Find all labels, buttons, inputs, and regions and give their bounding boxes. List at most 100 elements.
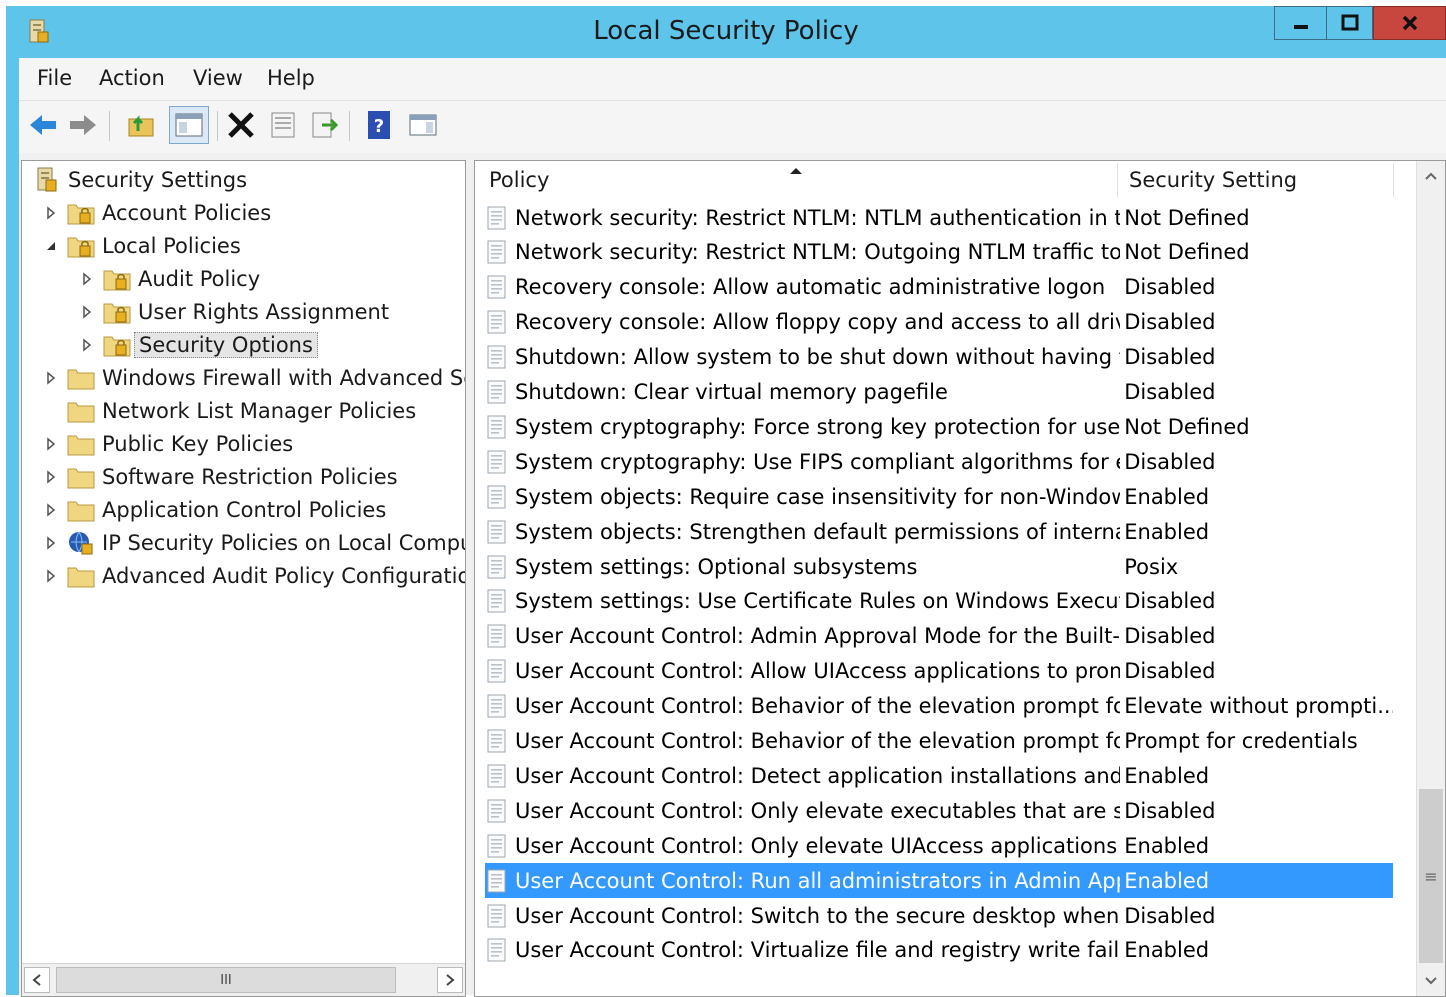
policy-row[interactable]: Shutdown: Allow system to be shut down w… [485, 340, 1393, 375]
tree-item[interactable]: Local Policies [44, 231, 241, 261]
collapsed-arrow-icon[interactable] [44, 569, 58, 583]
policy-row[interactable]: User Account Control: Only elevate execu… [485, 793, 1393, 828]
scroll-left-button[interactable] [24, 967, 50, 993]
policy-row[interactable]: System cryptography: Use FIPS compliant … [485, 444, 1393, 479]
title-bar[interactable]: Local Security Policy [6, 6, 1446, 58]
policy-row[interactable]: Recovery console: Allow floppy copy and … [485, 305, 1393, 340]
list-vertical-scrollbar[interactable]: ≡ [1416, 161, 1445, 996]
collapsed-arrow-icon[interactable] [80, 305, 94, 319]
back-button[interactable] [27, 109, 59, 141]
help-button[interactable]: ? [363, 109, 395, 141]
tree-item[interactable]: Software Restriction Policies [44, 462, 398, 492]
console-tree[interactable]: Security Settings Account Policies Local P… [21, 160, 466, 997]
policy-row[interactable]: System settings: Use Certificate Rules o… [485, 584, 1393, 619]
policy-icon [485, 868, 509, 894]
policy-row[interactable]: User Account Control: Admin Approval Mod… [485, 619, 1393, 654]
collapsed-arrow-icon[interactable] [44, 437, 58, 451]
close-icon [1402, 15, 1417, 31]
policy-name: User Account Control: Allow UIAccess app… [515, 659, 1121, 684]
collapsed-arrow-icon[interactable] [44, 503, 58, 517]
policy-row[interactable]: User Account Control: Only elevate UIAcc… [485, 828, 1393, 863]
column-header-security-setting[interactable]: Security Setting [1119, 161, 1391, 199]
scroll-right-button[interactable] [437, 967, 463, 993]
tree-item[interactable]: Public Key Policies [44, 429, 293, 459]
policy-icon [485, 484, 509, 510]
minimize-button[interactable] [1274, 6, 1326, 40]
collapsed-arrow-icon[interactable] [44, 371, 58, 385]
folder-icon [66, 364, 96, 392]
policy-row[interactable]: User Account Control: Detect application… [485, 758, 1393, 793]
security-setting-value: Disabled [1124, 275, 1216, 300]
policy-row[interactable]: System cryptography: Force strong key pr… [485, 409, 1393, 444]
scroll-thumb[interactable]: III [56, 967, 396, 993]
policy-row[interactable]: Network security: Restrict NTLM: Outgoin… [485, 235, 1393, 270]
maximize-button[interactable] [1326, 6, 1373, 40]
collapsed-arrow-icon[interactable] [44, 536, 58, 550]
security-setting-value: Enabled [1124, 938, 1210, 963]
policy-name: System cryptography: Use FIPS compliant … [515, 449, 1121, 474]
policy-icon [485, 588, 509, 614]
up-one-level-button[interactable] [125, 109, 157, 141]
forward-button[interactable] [67, 109, 99, 141]
policy-list[interactable]: Policy Security Setting Network security… [474, 160, 1446, 997]
expanded-arrow-icon[interactable] [44, 239, 58, 253]
collapsed-arrow-icon[interactable] [44, 470, 58, 484]
tree-item[interactable]: Security Settings [32, 165, 247, 195]
policy-row[interactable]: User Account Control: Behavior of the el… [485, 724, 1393, 759]
policy-row[interactable]: User Account Control: Switch to the secu… [485, 898, 1393, 933]
column-divider[interactable] [1117, 163, 1118, 197]
close-button[interactable] [1373, 6, 1446, 40]
folder-icon [66, 430, 96, 458]
menu-view[interactable]: View [193, 66, 243, 90]
scroll-thumb[interactable]: ≡ [1419, 789, 1443, 963]
menu-help[interactable]: Help [267, 66, 315, 90]
scroll-down-button[interactable] [1418, 968, 1444, 994]
policy-row[interactable]: Network security: Restrict NTLM: NTLM au… [485, 200, 1393, 235]
security-setting-value: Disabled [1124, 903, 1216, 928]
tree-item[interactable]: Advanced Audit Policy Configuration [44, 561, 465, 591]
policy-folder-icon [102, 265, 132, 293]
column-divider[interactable] [1393, 163, 1394, 197]
delete-button[interactable] [225, 109, 257, 141]
policy-icon [485, 309, 509, 335]
tree-item[interactable]: Application Control Policies [44, 495, 386, 525]
show-hide-action-pane-button[interactable] [407, 109, 439, 141]
tree-item[interactable]: Network List Manager Policies [44, 396, 416, 426]
menu-file[interactable]: File [37, 66, 72, 90]
policy-name: System settings: Use Certificate Rules o… [515, 589, 1121, 614]
policy-row[interactable]: System objects: Strengthen default permi… [485, 514, 1393, 549]
policy-row[interactable]: Shutdown: Clear virtual memory pagefile D… [485, 375, 1393, 410]
policy-row[interactable]: Recovery console: Allow automatic admini… [485, 270, 1393, 305]
tree-item-label: Windows Firewall with Advanced Sec [102, 366, 466, 390]
policy-row[interactable]: System objects: Require case insensitivi… [485, 479, 1393, 514]
scroll-up-button[interactable] [1418, 163, 1444, 189]
policy-row[interactable]: User Account Control: Virtualize file an… [485, 933, 1393, 968]
collapsed-arrow-icon[interactable] [80, 338, 94, 352]
policy-row[interactable]: User Account Control: Behavior of the el… [485, 689, 1393, 724]
tree-item-label: IP Security Policies on Local Compute [102, 531, 466, 555]
tree-horizontal-scrollbar[interactable]: III [22, 963, 465, 996]
client-area: File Action View Help ? Security Setting… [19, 58, 1446, 997]
security-setting-value: Elevate without prompti... [1124, 694, 1393, 719]
collapsed-arrow-icon[interactable] [80, 272, 94, 286]
policy-icon [485, 519, 509, 545]
export-list-button[interactable] [309, 109, 341, 141]
policy-row[interactable]: User Account Control: Run all administra… [485, 863, 1393, 899]
policy-row[interactable]: User Account Control: Allow UIAccess app… [485, 654, 1393, 689]
tree-item[interactable]: Audit Policy [80, 264, 260, 294]
policy-row[interactable]: System settings: Optional subsystems Posi… [485, 549, 1393, 584]
policy-name: System settings: Optional subsystems [515, 554, 918, 579]
tree-item[interactable]: User Rights Assignment [80, 297, 389, 327]
policy-folder-icon [102, 298, 132, 326]
menu-action[interactable]: Action [99, 66, 165, 90]
policy-name: Network security: Restrict NTLM: NTLM au… [515, 205, 1121, 230]
policy-icon [485, 728, 509, 754]
column-header-policy[interactable]: Policy [475, 161, 1115, 199]
collapsed-arrow-icon[interactable] [44, 206, 58, 220]
tree-item[interactable]: IP Security Policies on Local Compute [44, 528, 466, 558]
tree-item[interactable]: Windows Firewall with Advanced Sec [44, 363, 466, 393]
properties-button[interactable] [267, 109, 299, 141]
tree-item[interactable]: Account Policies [44, 198, 271, 228]
tree-item[interactable]: Security Options [80, 330, 318, 360]
show-hide-console-tree-button[interactable] [169, 106, 209, 144]
